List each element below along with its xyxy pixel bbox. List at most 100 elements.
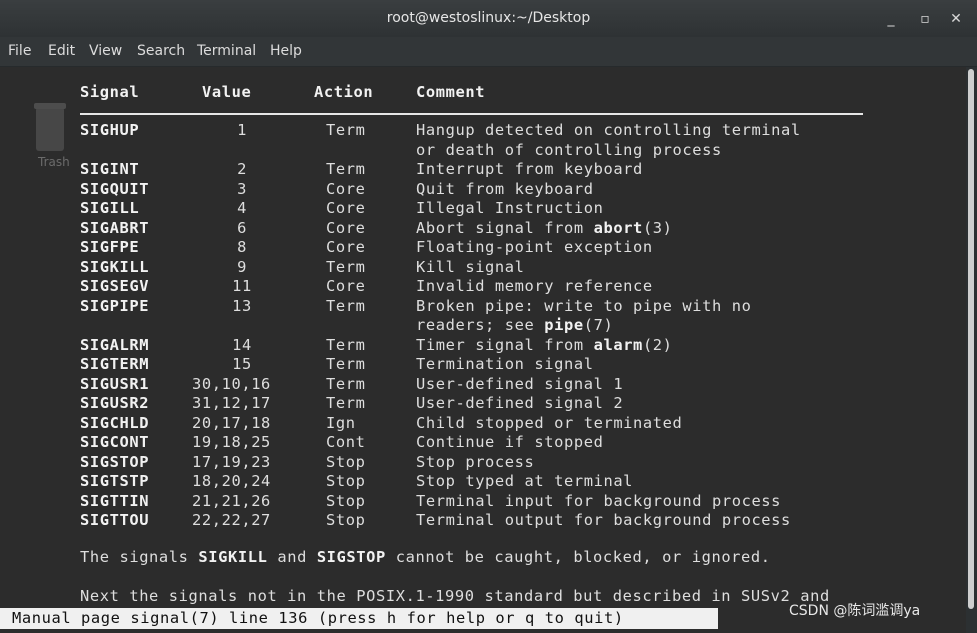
menu-bar: File Edit View Search Terminal Help — [0, 37, 977, 67]
signal-value: 14 — [232, 335, 252, 354]
signal-value: 9 — [237, 257, 247, 276]
signal-action: Core — [326, 199, 366, 217]
signal-name: SIGQUIT — [80, 179, 150, 198]
signal-name: SIGTTOU — [80, 511, 150, 529]
signal-value: 6 — [237, 218, 247, 237]
signal-comment: Quit from keyboard — [416, 179, 594, 198]
signal-value: 19,18,25 — [192, 433, 271, 451]
signal-value: 21,21,26 — [192, 491, 271, 510]
signal-value: 13 — [232, 296, 252, 315]
signal-action: Term — [326, 160, 366, 178]
signal-value: 17,19,23 — [192, 452, 271, 471]
signal-comment: Illegal Instruction — [416, 199, 604, 217]
signal-comment: Terminal input for background process — [416, 491, 782, 510]
signal-value: 30,10,16 — [192, 374, 271, 393]
signal-action: Core — [326, 238, 366, 256]
signal-action: Cont — [326, 433, 366, 451]
signal-action: Stop — [326, 511, 366, 529]
terminal-content[interactable]: Trash Signal Value Action Comment SIGHUP… — [0, 67, 966, 633]
signal-name: SIGTERM — [80, 355, 150, 373]
status-text: Manual page signal(7) line 136 (press h … — [12, 609, 624, 627]
menu-search[interactable]: Search — [137, 43, 185, 59]
menu-terminal[interactable]: Terminal — [197, 43, 256, 59]
close-button[interactable]: ✕ — [946, 9, 966, 29]
signal-name: SIGSEGV — [80, 277, 150, 295]
signal-name: SIGUSR1 — [80, 374, 150, 393]
signal-action: Stop — [326, 491, 366, 510]
signal-action: Term — [326, 374, 366, 393]
watermark: CSDN @陈词滥调ya — [789, 603, 921, 619]
signal-name: SIGCHLD — [80, 413, 150, 432]
window-title: root@westoslinux:~/Desktop — [386, 10, 591, 26]
minimize-button[interactable]: _ — [881, 9, 901, 29]
signal-name: SIGFPE — [80, 238, 140, 256]
header-action: Action — [314, 83, 374, 101]
maximize-button[interactable]: ▫ — [915, 9, 935, 29]
signal-value: 8 — [237, 238, 247, 256]
signal-value: 22,22,27 — [192, 511, 271, 529]
terminal-window: root@westoslinux:~/Desktop _ ▫ ✕ File Ed… — [0, 0, 977, 633]
signal-action: Term — [326, 257, 366, 276]
signal-comment: User-defined signal 1 — [416, 374, 624, 393]
title-bar[interactable]: root@westoslinux:~/Desktop _ ▫ ✕ — [0, 0, 977, 37]
signal-comment: Child stopped or terminated — [416, 413, 683, 432]
signal-action: Stop — [326, 452, 366, 471]
signal-comment: Broken pipe: write to pipe with no — [416, 296, 752, 315]
trash-label: Trash — [38, 155, 70, 169]
signal-comment: Stop process — [416, 452, 535, 471]
signal-comment: Kill signal — [416, 257, 525, 276]
menu-edit[interactable]: Edit — [48, 43, 75, 59]
signal-action: Core — [326, 218, 366, 237]
signal-name: SIGTSTP — [80, 472, 150, 490]
signal-comment: Floating-point exception — [416, 238, 653, 256]
signal-comment: Timer signal from alarm(2) — [416, 335, 673, 354]
signal-action: Term — [326, 296, 366, 315]
signal-action: Term — [326, 394, 366, 412]
signal-name: SIGSTOP — [80, 452, 150, 471]
header-comment: Comment — [416, 83, 486, 101]
signal-value: 3 — [237, 179, 247, 198]
signal-name: SIGILL — [80, 199, 140, 217]
signal-value: 31,12,17 — [192, 394, 271, 412]
menu-help[interactable]: Help — [270, 43, 302, 59]
signal-value: 20,17,18 — [192, 413, 271, 432]
signal-comment: Terminal output for background process — [416, 511, 791, 529]
signal-value: 2 — [237, 160, 247, 178]
signal-value: 4 — [237, 199, 247, 217]
signal-value: 18,20,24 — [192, 472, 271, 490]
scroll-thumb[interactable] — [968, 69, 974, 609]
vertical-scrollbar[interactable] — [966, 67, 977, 633]
signal-comment: Invalid memory reference — [416, 277, 653, 295]
signal-action: Core — [326, 277, 366, 295]
signal-name: SIGUSR2 — [80, 394, 150, 412]
signal-name: SIGCONT — [80, 433, 150, 451]
signal-name: SIGALRM — [80, 335, 150, 354]
signal-comment: Stop typed at terminal — [416, 472, 634, 490]
signal-action: Ign — [326, 413, 356, 432]
signal-action: Term — [326, 355, 366, 373]
signal-comment-cont: readers; see pipe(7) — [416, 316, 614, 334]
menu-view[interactable]: View — [89, 43, 122, 59]
menu-file[interactable]: File — [8, 43, 31, 59]
signal-name: SIGABRT — [80, 218, 150, 237]
signal-comment: User-defined signal 2 — [416, 394, 624, 412]
signal-value: 15 — [232, 355, 252, 373]
trash-icon — [34, 103, 66, 151]
signal-action: Term — [326, 121, 366, 139]
signal-name: SIGINT — [80, 160, 140, 178]
signal-action: Stop — [326, 472, 366, 490]
signal-action: Term — [326, 335, 366, 354]
signal-value: 11 — [232, 277, 252, 295]
header-rule — [80, 113, 863, 115]
signal-comment: Interrupt from keyboard — [416, 160, 643, 178]
signal-comment: Termination signal — [416, 355, 594, 373]
signal-name: SIGTTIN — [80, 491, 150, 510]
signal-value: 1 — [237, 121, 247, 139]
signal-comment-cont: or death of controlling process — [416, 140, 722, 159]
header-signal: Signal — [80, 83, 140, 101]
signal-name: SIGPIPE — [80, 296, 150, 315]
signal-comment: Hangup detected on controlling terminal — [416, 121, 801, 139]
header-value: Value — [202, 83, 252, 101]
paragraph-next: Next the signals not in the POSIX.1-1990… — [80, 587, 830, 605]
signal-comment: Abort signal from abort(3) — [416, 218, 673, 237]
